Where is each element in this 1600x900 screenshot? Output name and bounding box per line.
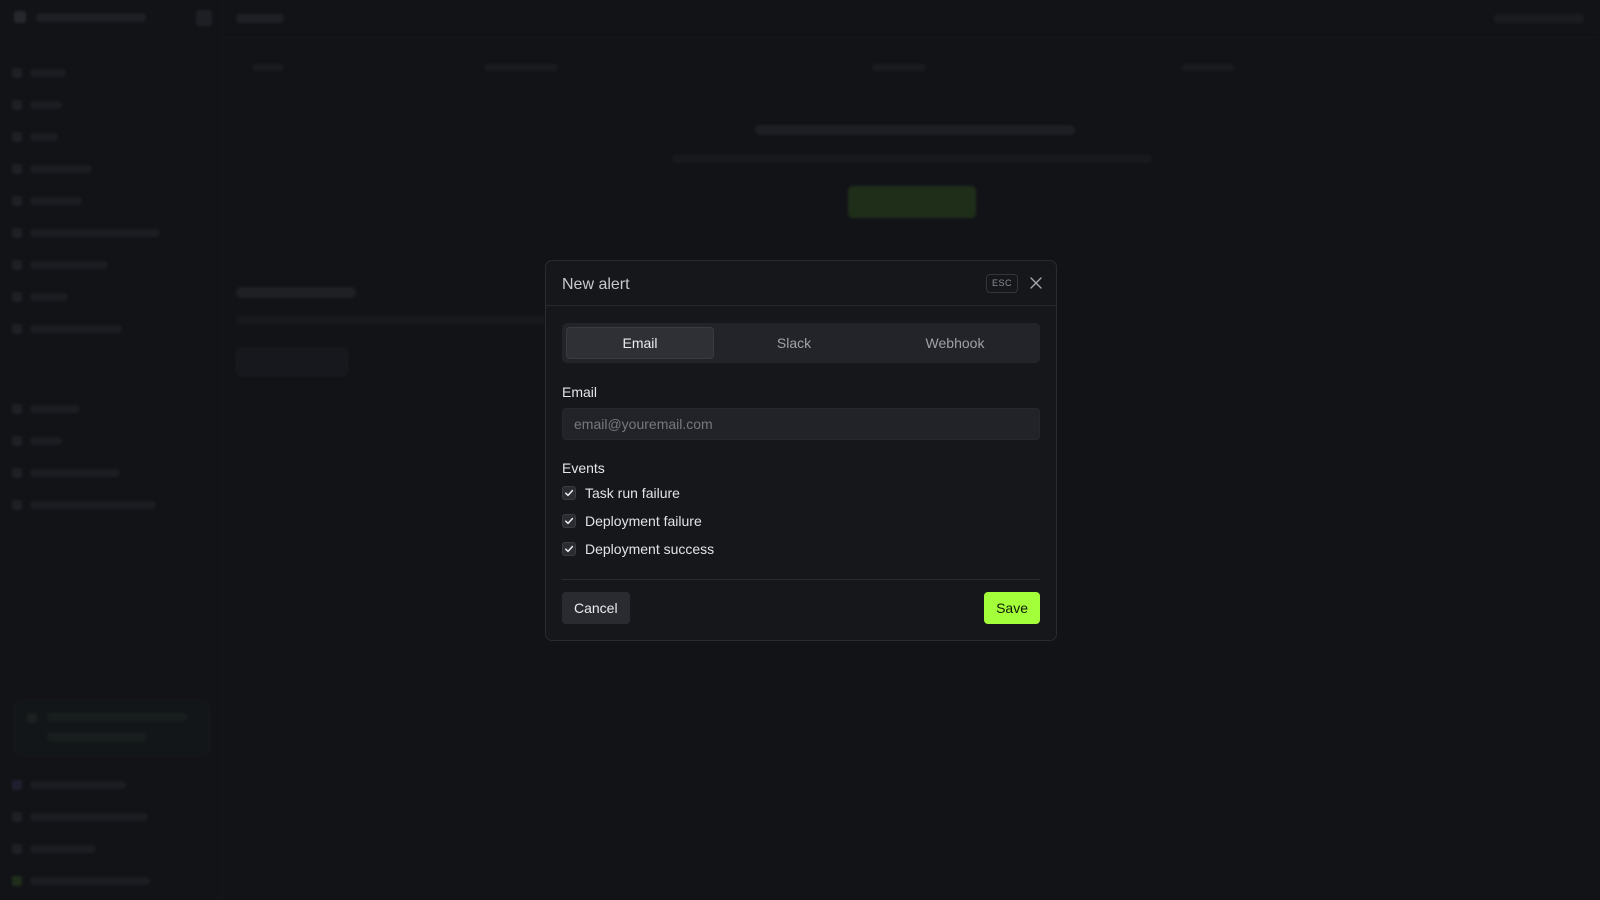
nav-icon: [12, 404, 22, 414]
account-menu[interactable]: [1494, 14, 1584, 23]
platform-alerts-title: [236, 287, 356, 298]
nav-icon: [12, 812, 22, 822]
nav-icon: [12, 228, 22, 238]
empty-state-description: [672, 155, 1152, 163]
page-title: [236, 14, 284, 23]
modal-title: New alert: [562, 276, 630, 293]
org-logo-icon: [14, 11, 26, 23]
promo-icon: [27, 713, 37, 723]
nav-icon: [12, 780, 22, 790]
nav-icon: [12, 196, 22, 206]
nav-icon: [12, 500, 22, 510]
modal-divider: [562, 579, 1040, 580]
tab-webhook[interactable]: Webhook: [874, 327, 1036, 359]
nav-icon: [12, 844, 22, 854]
cancel-button[interactable]: Cancel: [562, 592, 630, 624]
sidebar-collapse-icon[interactable]: [196, 10, 212, 26]
event-task-run-failure[interactable]: Task run failure: [562, 485, 680, 501]
email-label: Email: [562, 384, 598, 400]
event-deployment-failure[interactable]: Deployment failure: [562, 513, 702, 529]
events-label: Events: [562, 460, 605, 476]
sidebar-item[interactable]: [12, 812, 148, 822]
close-icon[interactable]: [1028, 275, 1044, 291]
nav-icon: [12, 292, 22, 302]
sidebar-item[interactable]: [12, 228, 160, 238]
nav-icon: [12, 436, 22, 446]
nav-icon: [12, 324, 22, 334]
check-icon: [565, 517, 574, 525]
org-selector[interactable]: [14, 11, 146, 23]
sidebar-item[interactable]: [12, 780, 126, 790]
check-icon: [565, 489, 574, 497]
top-bar: [222, 0, 1600, 38]
esc-shortcut-hint: ESC: [985, 274, 1018, 293]
check-icon: [565, 545, 574, 553]
nav-icon: [12, 100, 22, 110]
save-button[interactable]: Save: [984, 592, 1040, 624]
tab-slack[interactable]: Slack: [718, 327, 870, 359]
checkbox[interactable]: [562, 514, 576, 528]
nav-icon: [12, 876, 22, 886]
platform-alerts-description: [236, 316, 546, 324]
nav-icon: [12, 164, 22, 174]
nav-icon: [12, 68, 22, 78]
new-alert-button[interactable]: [848, 186, 976, 218]
platform-alerts-button[interactable]: [236, 348, 348, 376]
sidebar-item[interactable]: [12, 844, 96, 854]
upgrade-promo[interactable]: [14, 700, 210, 756]
checkbox[interactable]: [562, 486, 576, 500]
table-header: [222, 56, 1600, 80]
empty-state-title: [755, 125, 1075, 135]
sidebar-item[interactable]: [12, 468, 120, 478]
nav-icon: [12, 132, 22, 142]
sidebar-item[interactable]: [12, 876, 150, 886]
sidebar-item[interactable]: [12, 164, 92, 174]
tab-email[interactable]: Email: [566, 327, 714, 359]
modal-header: New alert ESC: [546, 261, 1056, 306]
checkbox[interactable]: [562, 542, 576, 556]
sidebar-item[interactable]: [12, 324, 122, 334]
event-label: Deployment success: [585, 541, 715, 557]
event-label: Task run failure: [585, 485, 680, 501]
event-label: Deployment failure: [585, 513, 702, 529]
sidebar-item[interactable]: [12, 260, 108, 270]
sidebar-item[interactable]: [12, 68, 66, 78]
sidebar-item[interactable]: [12, 132, 58, 142]
sidebar-item[interactable]: [12, 500, 156, 510]
event-deployment-success[interactable]: Deployment success: [562, 541, 714, 557]
sidebar-item[interactable]: [12, 196, 82, 206]
sidebar: [0, 0, 222, 900]
sidebar-item[interactable]: [12, 100, 62, 110]
email-input[interactable]: [562, 408, 1040, 440]
sidebar-item[interactable]: [12, 292, 68, 302]
sidebar-item[interactable]: [12, 436, 62, 446]
alert-type-tabs: Email Slack Webhook: [562, 323, 1040, 363]
nav-icon: [12, 468, 22, 478]
sidebar-item[interactable]: [12, 404, 80, 414]
new-alert-modal: New alert ESC Email Slack Webhook Email …: [545, 260, 1057, 641]
nav-icon: [12, 260, 22, 270]
